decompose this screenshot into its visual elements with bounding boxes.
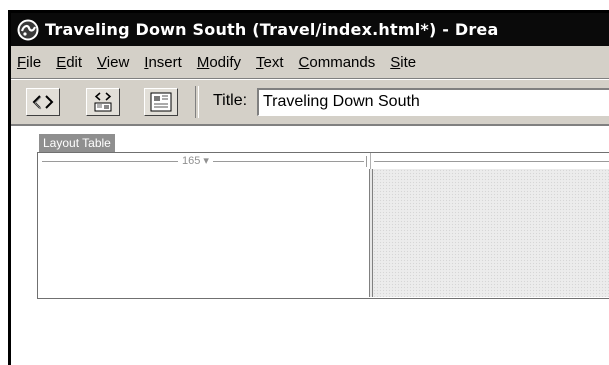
menu-insert[interactable]: Insert [136, 54, 189, 71]
menu-commands[interactable]: Commands [291, 54, 383, 71]
column-boundary-tick [370, 153, 371, 169]
page-title-input[interactable]: Traveling Down South [257, 88, 609, 116]
document-toolbar: Title: Traveling Down South [11, 79, 609, 125]
layout-cell[interactable] [38, 169, 369, 297]
title-label: Title: [213, 92, 248, 109]
menu-bar: File Edit View Insert Modify Text Comman… [11, 46, 609, 79]
design-view-button[interactable] [144, 88, 178, 116]
layout-table-tab[interactable]: Layout Table [39, 134, 115, 152]
code-view-button[interactable] [26, 88, 60, 116]
column-ruler-tick [366, 156, 367, 167]
dreamweaver-app-icon [17, 19, 39, 40]
menu-edit[interactable]: Edit [48, 54, 89, 71]
toolbar-separator [195, 86, 199, 118]
document-design-area[interactable]: Layout Table 165 ▾ [11, 124, 609, 365]
menu-site[interactable]: Site [382, 54, 423, 71]
menu-file[interactable]: File [11, 54, 48, 71]
window-title: Traveling Down South (Travel/index.html*… [45, 20, 499, 39]
menu-view[interactable]: View [89, 54, 136, 71]
title-bar[interactable]: Traveling Down South (Travel/index.html*… [11, 13, 609, 46]
column-ruler-line-right [374, 161, 609, 162]
layout-table[interactable]: 165 ▾ [37, 152, 609, 299]
menu-modify[interactable]: Modify [189, 54, 248, 71]
split-view-button[interactable] [86, 88, 120, 116]
split-view-icon [94, 92, 112, 112]
column-width-header: 165 ▾ [38, 153, 609, 170]
menu-text[interactable]: Text [248, 54, 291, 71]
application-window: Traveling Down South (Travel/index.html*… [8, 10, 609, 365]
code-view-icon [32, 95, 54, 110]
column-width-menu[interactable]: 165 ▾ [178, 154, 213, 167]
design-view-icon [150, 92, 172, 112]
empty-layout-area[interactable] [373, 169, 609, 297]
